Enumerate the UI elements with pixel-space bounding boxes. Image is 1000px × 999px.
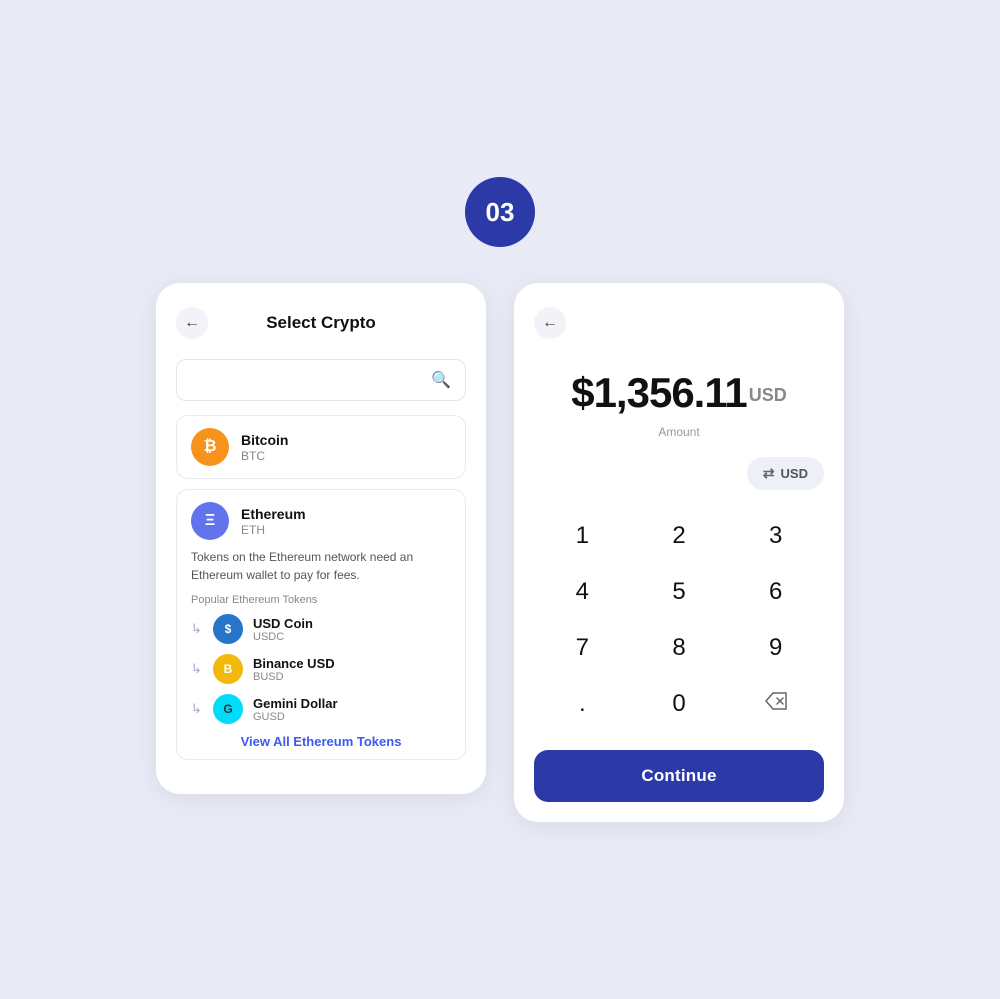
swap-icon: ⇄ — [763, 465, 775, 482]
usdc-symbol: USDC — [253, 631, 313, 643]
crypto-search-input[interactable] — [191, 372, 431, 389]
ethereum-expanded-item: Ξ Ethereum ETH Tokens on the Ethereum ne… — [176, 489, 466, 760]
usdc-icon: $ — [213, 614, 243, 644]
usdc-info: USD Coin USDC — [253, 616, 313, 643]
token-indent-icon: ↳ — [191, 701, 205, 717]
ethereum-icon: Ξ — [191, 502, 229, 540]
numpad-key-7[interactable]: 7 — [534, 620, 631, 676]
ethereum-info: Ethereum ETH — [241, 506, 306, 537]
panels-container: ← Select Crypto 🔍 ₿ Bitcoin BTC Ξ Ethere… — [156, 283, 844, 822]
amount-currency-code: USD — [749, 385, 787, 405]
select-crypto-header: ← Select Crypto — [176, 307, 466, 339]
keypad-back-button[interactable]: ← — [534, 307, 566, 339]
numpad-key-9[interactable]: 9 — [727, 620, 824, 676]
numpad-key-3[interactable]: 3 — [727, 508, 824, 564]
amount-label: Amount — [534, 425, 824, 439]
busd-name: Binance USD — [253, 656, 335, 671]
busd-symbol: BUSD — [253, 671, 335, 683]
numpad-key-1[interactable]: 1 — [534, 508, 631, 564]
backspace-icon — [765, 692, 787, 716]
busd-icon: B — [213, 654, 243, 684]
bitcoin-icon: ₿ — [191, 428, 229, 466]
gusd-info: Gemini Dollar GUSD — [253, 696, 338, 723]
usdc-name: USD Coin — [253, 616, 313, 631]
keypad-header: ← — [534, 307, 824, 339]
numpad-key-0[interactable]: 0 — [631, 676, 728, 732]
amount-value: $1,356.11 — [571, 369, 747, 416]
gusd-icon: G — [213, 694, 243, 724]
numpad-key-backspace[interactable] — [727, 676, 824, 732]
popular-tokens-label: Popular Ethereum Tokens — [191, 594, 451, 606]
numpad-key-dot[interactable]: . — [534, 676, 631, 732]
continue-button[interactable]: Continue — [534, 750, 824, 802]
select-crypto-panel: ← Select Crypto 🔍 ₿ Bitcoin BTC Ξ Ethere… — [156, 283, 486, 794]
bitcoin-item[interactable]: ₿ Bitcoin BTC — [176, 415, 466, 479]
ethereum-description: Tokens on the Ethereum network need an E… — [191, 548, 451, 584]
numpad-key-8[interactable]: 8 — [631, 620, 728, 676]
ethereum-header: Ξ Ethereum ETH — [191, 502, 451, 540]
amount-display: $1,356.11USD — [534, 369, 824, 417]
gusd-symbol: GUSD — [253, 711, 338, 723]
token-indent-icon: ↳ — [191, 621, 205, 637]
search-icon: 🔍 — [431, 370, 451, 390]
numpad-key-4[interactable]: 4 — [534, 564, 631, 620]
currency-toggle-area: ⇄ USD — [534, 457, 824, 490]
bitcoin-info: Bitcoin BTC — [241, 432, 288, 463]
numpad-key-6[interactable]: 6 — [727, 564, 824, 620]
bitcoin-symbol: BTC — [241, 449, 288, 463]
usdc-token-item[interactable]: ↳ $ USD Coin USDC — [191, 614, 451, 644]
select-crypto-back-button[interactable]: ← — [176, 307, 208, 339]
busd-info: Binance USD BUSD — [253, 656, 335, 683]
gusd-token-item[interactable]: ↳ G Gemini Dollar GUSD — [191, 694, 451, 724]
currency-toggle-button[interactable]: ⇄ USD — [747, 457, 824, 490]
numpad-key-5[interactable]: 5 — [631, 564, 728, 620]
select-crypto-title: Select Crypto — [266, 313, 376, 333]
view-all-ethereum-tokens-link[interactable]: View All Ethereum Tokens — [191, 734, 451, 749]
busd-token-item[interactable]: ↳ B Binance USD BUSD — [191, 654, 451, 684]
crypto-search-bar: 🔍 — [176, 359, 466, 401]
ethereum-name: Ethereum — [241, 506, 306, 522]
currency-toggle-label: USD — [781, 466, 808, 481]
token-indent-icon: ↳ — [191, 661, 205, 677]
amount-keypad-panel: ← $1,356.11USD Amount ⇄ USD 1 2 3 4 5 6 … — [514, 283, 844, 822]
numpad: 1 2 3 4 5 6 7 8 9 . 0 — [534, 508, 824, 732]
ethereum-symbol: ETH — [241, 523, 306, 537]
bitcoin-name: Bitcoin — [241, 432, 288, 448]
numpad-key-2[interactable]: 2 — [631, 508, 728, 564]
gusd-name: Gemini Dollar — [253, 696, 338, 711]
step-badge: 03 — [465, 177, 535, 247]
